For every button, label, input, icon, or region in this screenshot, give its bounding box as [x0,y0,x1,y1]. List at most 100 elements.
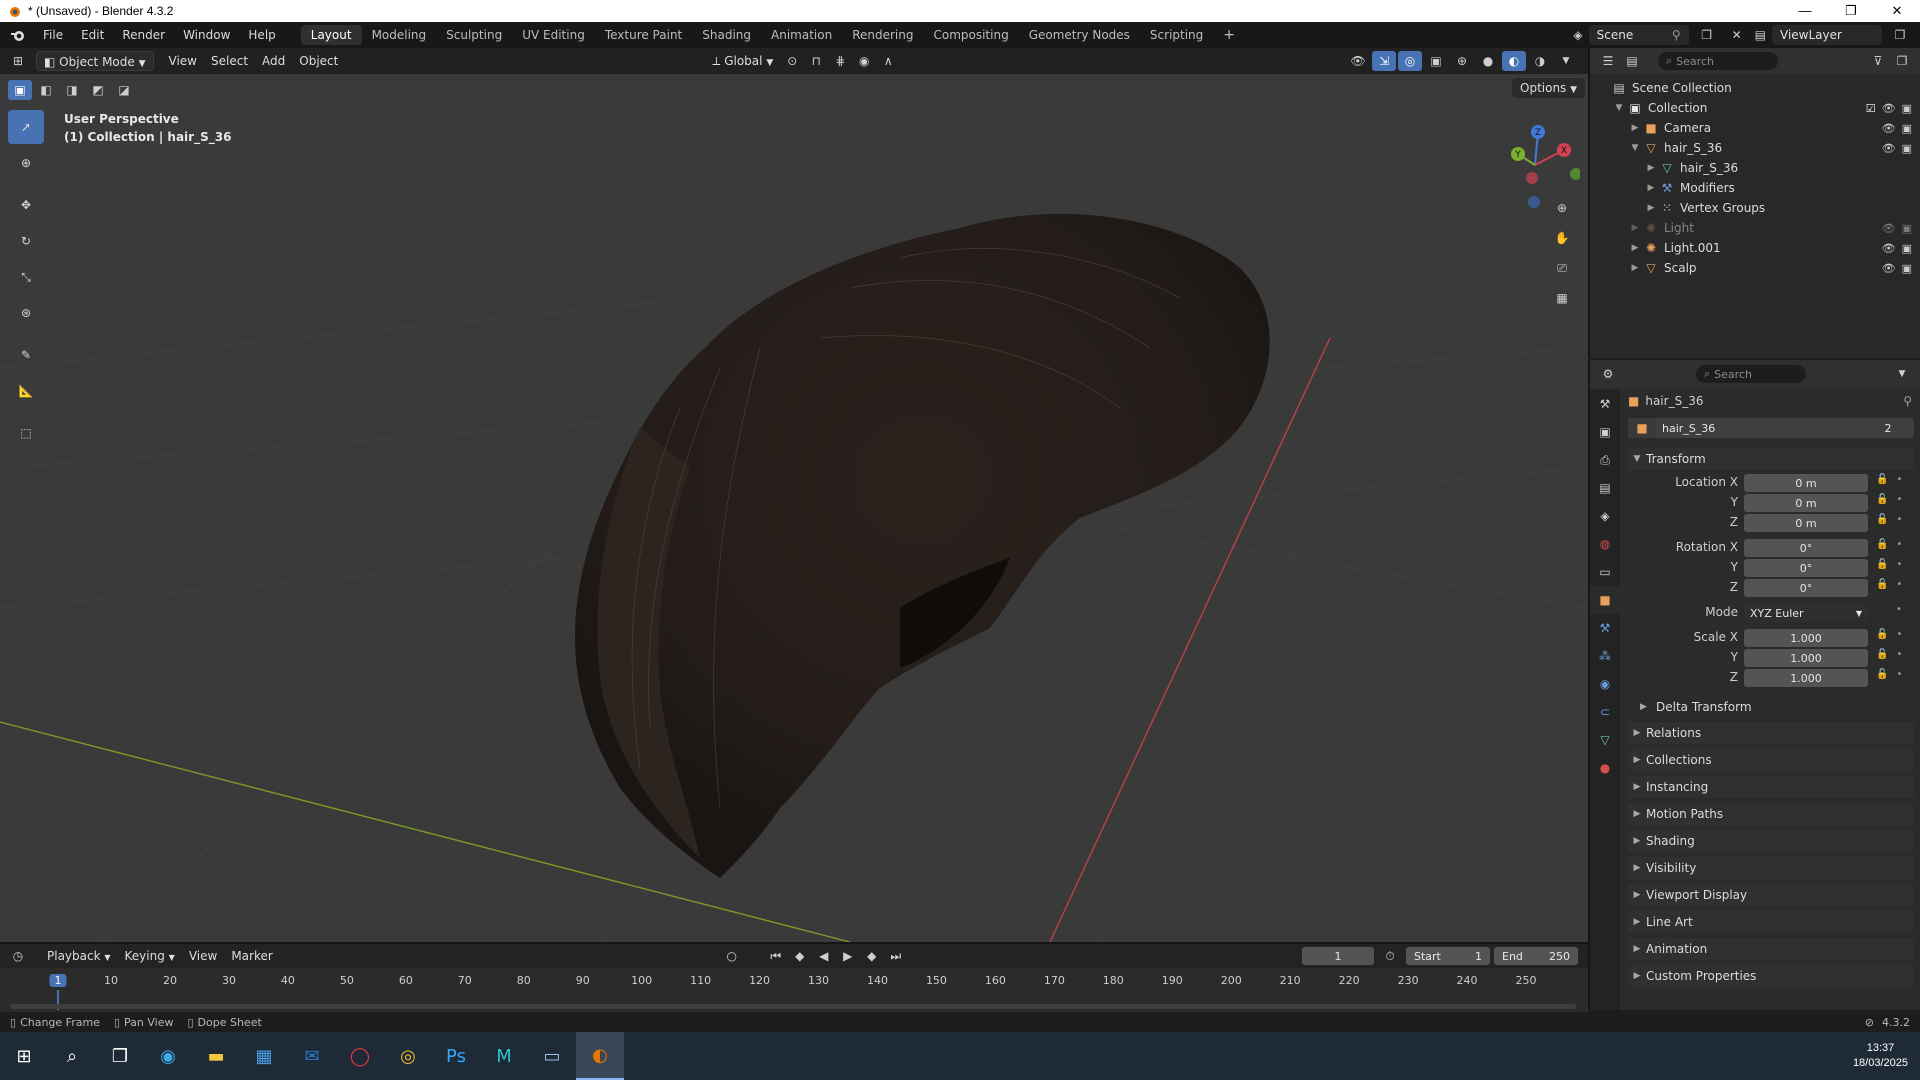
particles-tab-icon[interactable]: ⁂ [1590,642,1620,670]
tab-compositing[interactable]: Compositing [923,25,1018,45]
scene-selector[interactable]: Scene ⚲ [1588,25,1689,45]
rotation-mode-dropdown[interactable]: XYZ Euler ▼ [1744,604,1868,622]
file-explorer-icon[interactable]: ▬ [192,1032,240,1080]
outliner-row[interactable]: ▶ ✺ Light.001 👁 ▣ [1590,238,1920,258]
keyframe-dot-icon[interactable]: • [1896,579,1902,604]
chevron-right-icon[interactable]: ▶ [1628,263,1642,273]
outliner-row[interactable]: ▼ ▣ Collection ☑ 👁 ▣ [1590,98,1920,118]
photoshop-icon[interactable]: Ps [432,1032,480,1080]
new-scene-icon[interactable]: ❐ [1695,25,1719,45]
hand-pan-icon[interactable]: ✋ [1548,224,1576,252]
chevron-right-icon[interactable]: ▶ [1644,183,1658,193]
chrome-icon[interactable]: ◎ [384,1032,432,1080]
opera-icon[interactable]: ◯ [336,1032,384,1080]
panel-header[interactable]: ▶ Instancing [1628,776,1914,798]
object-mode-dropdown[interactable]: ◧ Object Mode ▼ [36,51,154,71]
timeline-menu-keying[interactable]: Keying ▼ [118,946,182,966]
rendered-shading-icon[interactable]: ◑ [1528,51,1552,71]
proportional-edit-icon[interactable]: ◉ [852,51,876,71]
tab-sculpting[interactable]: Sculpting [436,25,512,45]
move-tool[interactable]: ✥ [8,188,44,222]
scale-tool[interactable]: ⤡ [8,260,44,294]
select-intersect-icon[interactable]: ◪ [112,80,136,100]
tab-geometry-nodes[interactable]: Geometry Nodes [1019,25,1140,45]
timeline-ruler[interactable]: 1 10 20 30 40 50 60 70 80 90 100 110 120 130 140 150 160… [0,968,1588,1012]
start-frame-field[interactable]: Start 1 [1406,947,1490,965]
start-icon[interactable]: ⊞ [0,1032,48,1080]
notepad-icon[interactable]: ▭ [528,1032,576,1080]
panel-header[interactable]: ▶ Viewport Display [1628,884,1914,906]
display-mode-icon[interactable]: ▤ [1620,51,1644,71]
panel-header[interactable]: ▶ Collections [1628,749,1914,771]
chevron-right-icon[interactable]: ▶ [1644,163,1658,173]
lock-icon[interactable]: 🔓 [1876,494,1888,514]
solid-shading-icon[interactable]: ● [1476,51,1500,71]
keyframe-dot-icon[interactable]: • [1896,629,1902,649]
panel-header[interactable]: ▶ Shading [1628,830,1914,852]
auto-keying-icon[interactable]: ○ [720,946,744,966]
camera-render-icon[interactable]: ▣ [1902,102,1912,115]
outliner-row[interactable]: ▶ ✺ Light 👁 ▣ [1590,218,1920,238]
system-clock[interactable]: 13:37 18/03/2025 [1853,1041,1908,1071]
lock-icon[interactable]: 🔓 [1876,579,1888,604]
new-collection-icon[interactable]: ❐ [1890,51,1914,71]
camera-render-icon[interactable]: ▣ [1902,222,1912,235]
close-button[interactable]: ✕ [1874,3,1920,19]
data-tab-icon[interactable]: ▽ [1590,726,1620,754]
transform-panel-header[interactable]: ▼ Transform [1628,448,1914,470]
end-frame-field[interactable]: End 250 [1494,947,1578,965]
maximize-button[interactable]: ❐ [1828,3,1874,19]
object-tab-icon[interactable]: ■ [1590,586,1620,614]
pin-icon[interactable]: ⚲ [1672,28,1681,42]
zoom-icon[interactable]: ⊕ [1548,194,1576,222]
annotate-tool[interactable]: ✎ [8,338,44,372]
panel-header[interactable]: ▶ Animation [1628,938,1914,960]
select-subtract-icon[interactable]: ◨ [60,80,84,100]
falloff-icon[interactable]: ∧ [876,51,900,71]
camera-view-icon[interactable]: ⎚ [1548,254,1576,282]
tool-tab-icon[interactable]: ⚒ [1590,390,1620,418]
eye-icon[interactable]: 👁 [1882,102,1896,115]
chevron-down-icon[interactable]: ▼ [1628,143,1642,153]
timeline-menu-playback[interactable]: Playback ▼ [40,946,118,966]
viewport-menu-add[interactable]: Add [255,51,292,71]
viewport-menu-object[interactable]: Object [292,51,345,71]
rotation-z-field[interactable]: 0° [1744,579,1868,597]
outliner-search-input[interactable]: ⌕ Search [1658,52,1778,70]
tab-rendering[interactable]: Rendering [842,25,923,45]
timeline-menu-marker[interactable]: Marker [224,946,279,966]
location-x-field[interactable]: 0 m [1744,474,1868,492]
play-reverse-icon[interactable]: ◀ [812,946,836,966]
material-tab-icon[interactable]: ● [1590,754,1620,782]
lock-icon[interactable]: 🔓 [1876,539,1888,559]
cursor-tool[interactable]: ⊕ [8,146,44,180]
timeline-scrollbar[interactable] [10,1004,1576,1009]
tab-shading[interactable]: Shading [692,25,761,45]
jump-start-icon[interactable]: ⏮ [764,946,788,966]
location-z-field[interactable]: 0 m [1744,514,1868,532]
panel-header[interactable]: ▶ Relations [1628,722,1914,744]
keyframe-dot-icon[interactable]: • [1896,514,1902,539]
perspective-toggle-icon[interactable]: ▦ [1548,284,1576,312]
tab-uv-editing[interactable]: UV Editing [512,25,595,45]
transform-tool[interactable]: ⊛ [8,296,44,330]
view-layer-tab-icon[interactable]: ▤ [1590,474,1620,502]
menu-help[interactable]: Help [239,28,284,42]
menu-edit[interactable]: Edit [72,28,113,42]
outlook-icon[interactable]: ✉ [288,1032,336,1080]
chevron-right-icon[interactable]: ▶ [1628,243,1642,253]
outliner-row[interactable]: ▶ ■ Camera 👁 ▣ [1590,118,1920,138]
tab-layout[interactable]: Layout [300,25,362,45]
overlay-toggle-icon[interactable]: ◎ [1398,51,1422,71]
constraints-tab-icon[interactable]: ⊂ [1590,698,1620,726]
maya-icon[interactable]: M [480,1032,528,1080]
menu-window[interactable]: Window [174,28,239,42]
pin-icon[interactable]: ⚲ [1903,394,1912,408]
lock-icon[interactable]: 🔓 [1876,559,1888,579]
lock-icon[interactable]: 🔓 [1876,629,1888,649]
viewport-menu-view[interactable]: View [162,51,204,71]
scale-x-field[interactable]: 1.000 [1744,629,1868,647]
scene-tab-icon[interactable]: ◈ [1590,502,1620,530]
snap-target-icon[interactable]: ⋕ [828,51,852,71]
delta-transform-subpanel[interactable]: ▶ Delta Transform [1640,697,1752,717]
